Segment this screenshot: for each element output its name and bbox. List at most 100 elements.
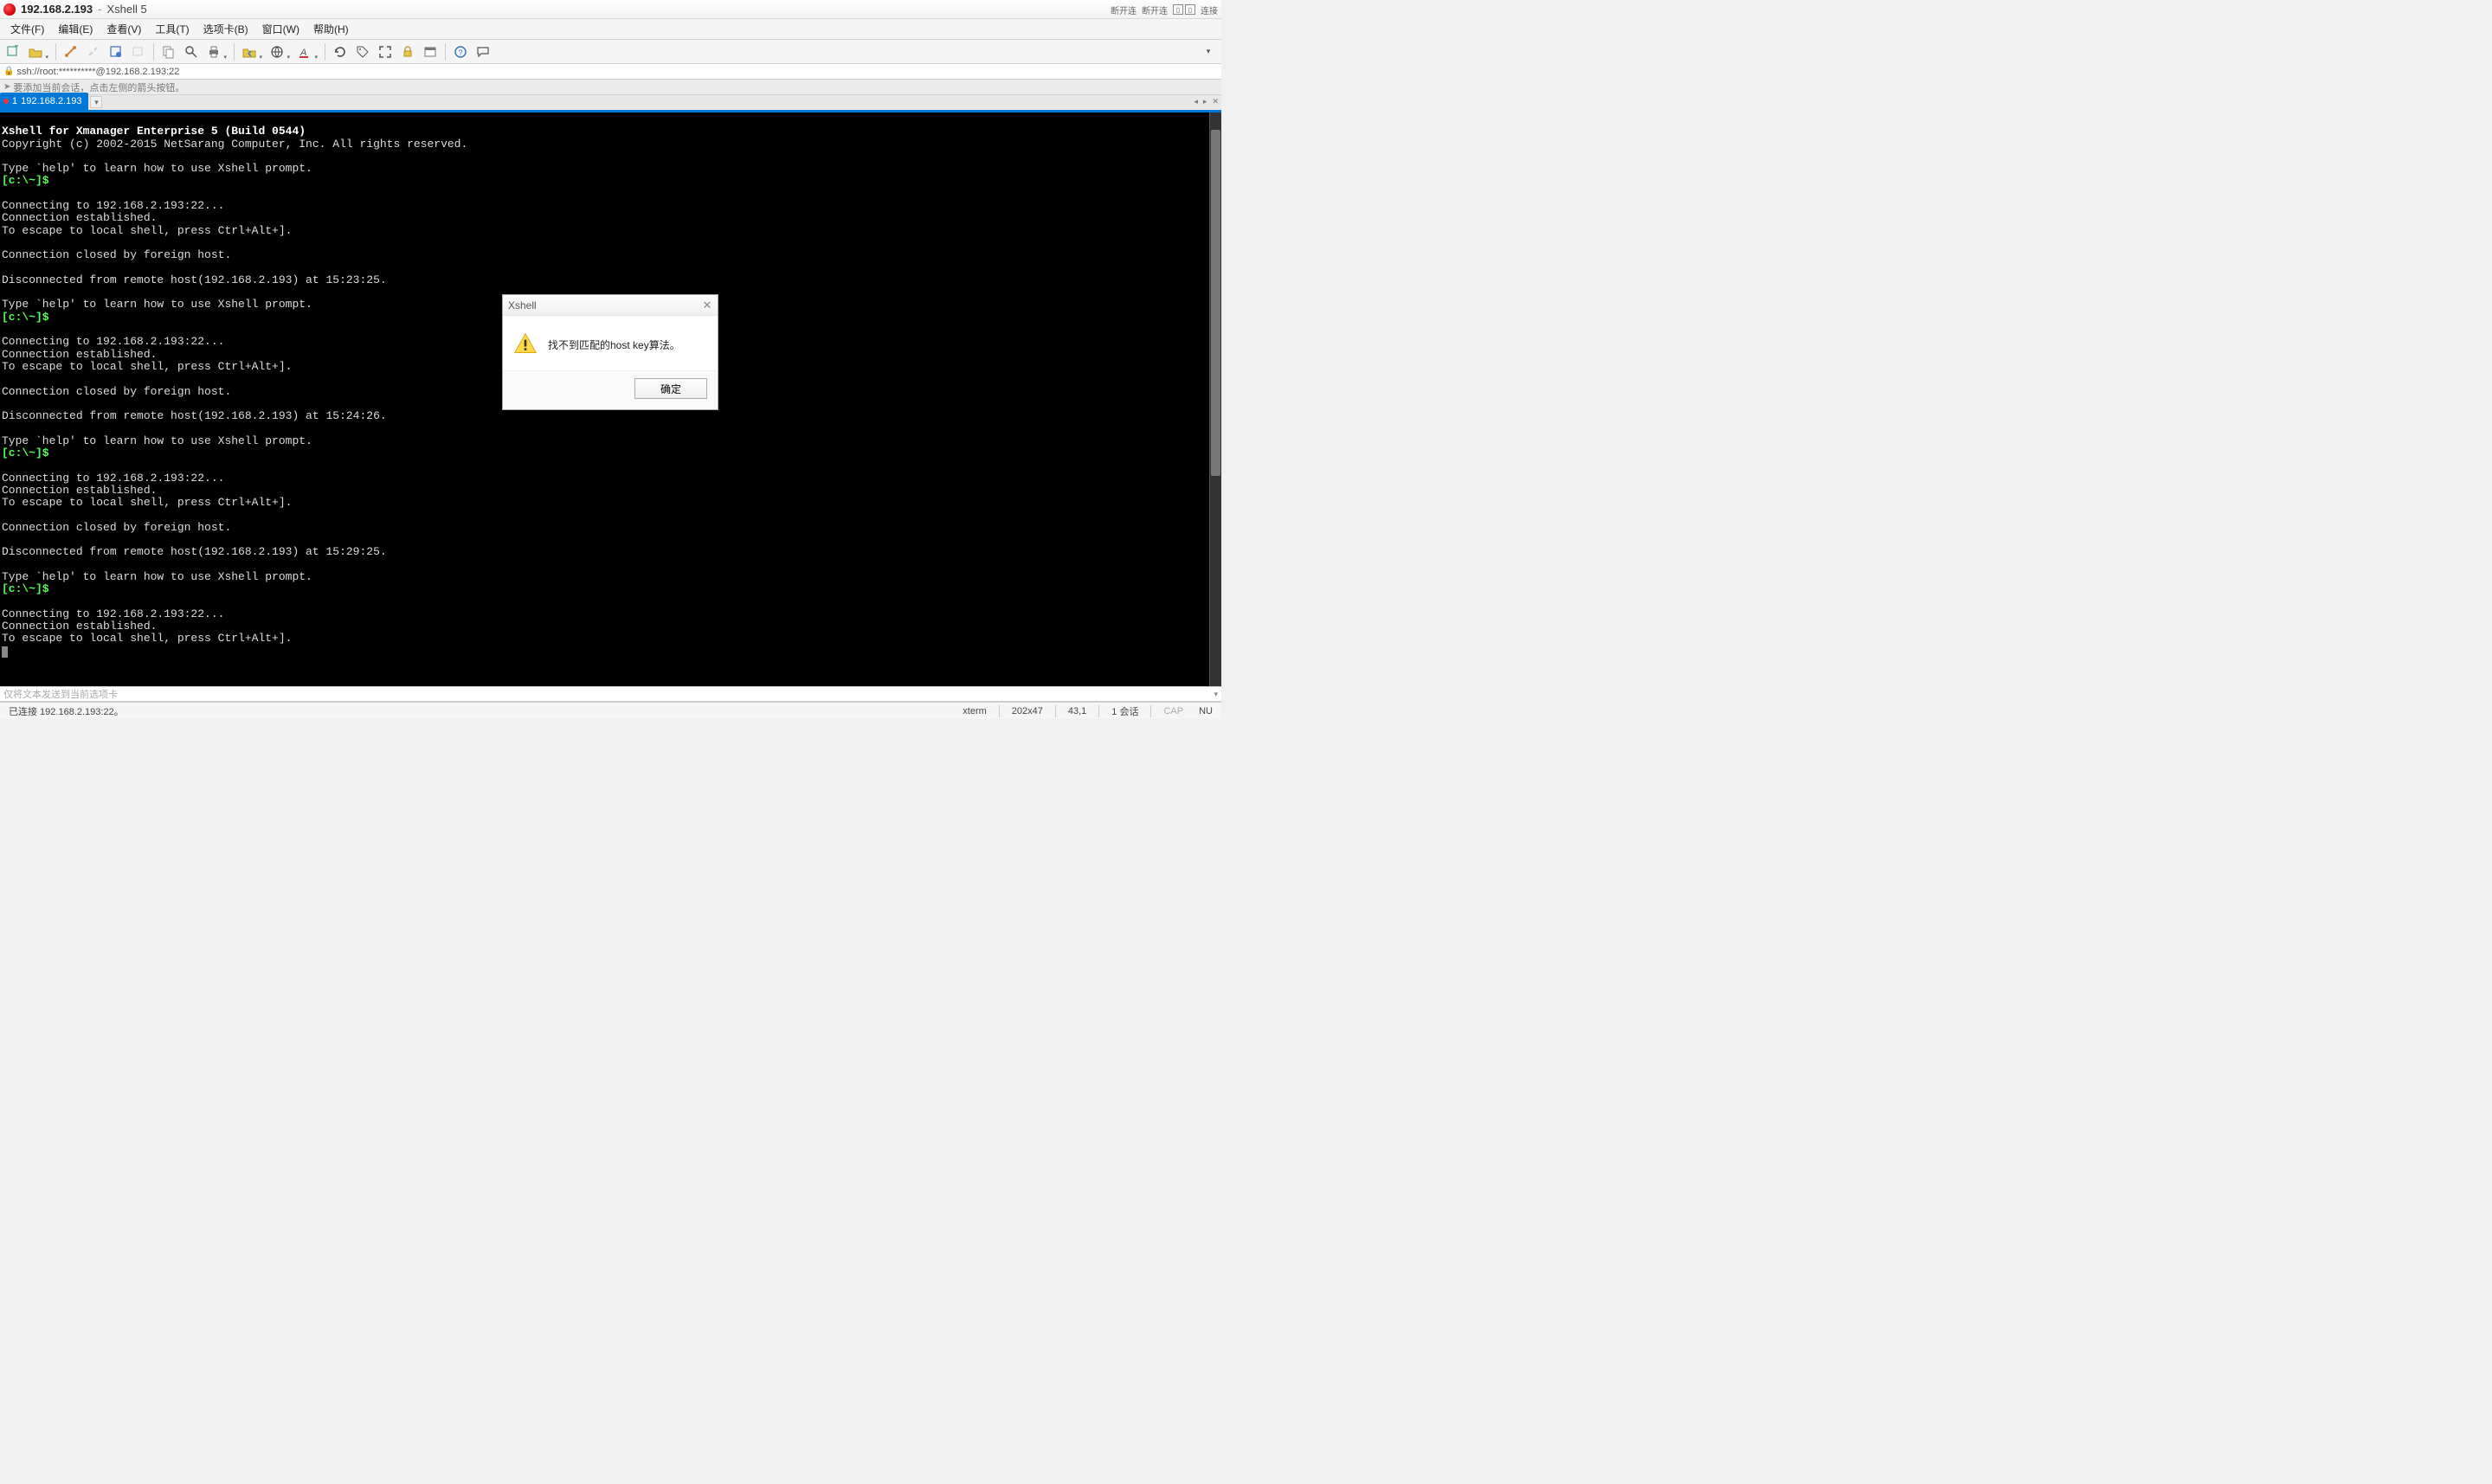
term-line: Connection closed by foreign host. — [2, 521, 231, 534]
dialog-titlebar[interactable]: Xshell ✕ — [503, 295, 718, 316]
copy-icon[interactable] — [159, 42, 178, 61]
menu-file[interactable]: 文件(F) — [3, 18, 51, 40]
status-position: 43,1 — [1065, 706, 1090, 716]
calendar-icon[interactable] — [421, 42, 440, 61]
refresh-icon[interactable] — [331, 42, 350, 61]
menu-tools[interactable]: 工具(T) — [148, 18, 196, 40]
close-icon[interactable]: ✕ — [700, 299, 714, 312]
print-icon[interactable] — [204, 42, 223, 61]
highlight-icon[interactable]: A — [295, 42, 314, 61]
status-sep — [1055, 705, 1056, 717]
scrollbar-thumb[interactable] — [1211, 130, 1220, 476]
tab-prev-icon[interactable]: ◂ — [1194, 97, 1198, 106]
dialog-body: 找不到匹配的host key算法。 — [503, 316, 718, 370]
status-sep — [1150, 705, 1151, 717]
term-line: Type `help' to learn how to use Xshell p… — [2, 434, 312, 447]
tabs-right-controls: ◂ ▸ ✕ — [1194, 97, 1219, 106]
term-prompt: [c:\~]$ — [2, 174, 49, 187]
status-connection: 已连接 192.168.2.193:22。 — [5, 704, 127, 718]
globe-icon[interactable] — [267, 42, 287, 61]
open-folder-icon[interactable] — [26, 42, 45, 61]
send-dropdown-icon[interactable]: ▾ — [1214, 690, 1218, 699]
session-tab[interactable]: 1 192.168.2.193 — [0, 93, 88, 110]
term-line: Connecting to 192.168.2.193:22... — [2, 472, 224, 485]
session-add-icon[interactable]: ➤ — [3, 82, 10, 92]
tab-index: 1 — [12, 96, 17, 106]
title-dash: - — [98, 3, 101, 16]
tag-icon[interactable] — [353, 42, 372, 61]
term-line: To escape to local shell, press Ctrl+Alt… — [2, 224, 292, 237]
lock-small-icon: 🔒 — [3, 67, 14, 76]
address-text: ssh://root:**********@192.168.2.193:22 — [16, 67, 179, 77]
connect-icon[interactable] — [61, 42, 80, 61]
term-prompt: [c:\~]$ — [2, 446, 49, 459]
term-line: Connecting to 192.168.2.193:22... — [2, 335, 224, 348]
status-caps: CAP — [1160, 706, 1187, 716]
disconnect-icon — [84, 42, 103, 61]
warning-icon — [513, 331, 538, 358]
term-line: Disconnected from remote host(192.168.2.… — [2, 545, 387, 558]
status-num: NU — [1195, 706, 1216, 716]
ok-button[interactable]: 确定 — [634, 378, 707, 399]
tab-add-button[interactable]: ▾ — [90, 96, 102, 108]
lock-icon[interactable] — [398, 42, 417, 61]
toolbar-sep-5 — [445, 43, 446, 61]
menu-help[interactable]: 帮助(H) — [306, 18, 356, 40]
term-line: Disconnected from remote host(192.168.2.… — [2, 409, 387, 422]
term-line: Connection established. — [2, 484, 157, 497]
title-right-3: 连接 — [1201, 3, 1218, 16]
properties-icon[interactable] — [106, 42, 126, 61]
menu-tabs[interactable]: 选项卡(B) — [196, 18, 255, 40]
ico-b[interactable]: ▯ — [1185, 4, 1195, 15]
term-line: Disconnected from remote host(192.168.2.… — [2, 273, 387, 286]
help-icon[interactable]: ? — [451, 42, 470, 61]
address-bar[interactable]: 🔒 ssh://root:**********@192.168.2.193:22 — [0, 64, 1221, 80]
tab-next-icon[interactable]: ▸ — [1203, 97, 1207, 106]
title-app: Xshell 5 — [106, 3, 146, 16]
term-line: Connection closed by foreign host. — [2, 385, 231, 398]
dialog-title: Xshell — [508, 299, 537, 312]
title-icons: ▯ ▯ — [1173, 4, 1195, 15]
tab-label: 192.168.2.193 — [21, 96, 81, 106]
term-line: Connection established. — [2, 348, 157, 361]
status-bar: 已连接 192.168.2.193:22。 xterm 202x47 43,1 … — [0, 702, 1221, 719]
terminal-scrollbar[interactable] — [1209, 112, 1221, 686]
term-line: Connection established. — [2, 620, 157, 633]
term-line: Type `help' to learn how to use Xshell p… — [2, 298, 312, 311]
status-term-type: xterm — [959, 706, 990, 716]
ico-a[interactable]: ▯ — [1173, 4, 1183, 15]
toolbar-sep-1 — [55, 43, 56, 61]
tab-bar: 1 192.168.2.193 ▾ ◂ ▸ ✕ — [0, 95, 1221, 112]
toolbar: A ? ▾ — [0, 40, 1221, 64]
status-dimensions: 202x47 — [1008, 706, 1046, 716]
term-line: Copyright (c) 2002-2015 NetSarang Comput… — [2, 138, 467, 151]
title-host: 192.168.2.193 — [21, 3, 93, 16]
app-icon — [3, 3, 16, 16]
disabled-icon-1 — [129, 42, 148, 61]
term-line: Type `help' to learn how to use Xshell p… — [2, 162, 312, 175]
dialog-actions: 确定 — [503, 370, 718, 409]
error-dialog: Xshell ✕ 找不到匹配的host key算法。 确定 — [502, 294, 718, 410]
svg-text:?: ? — [459, 48, 463, 57]
feedback-icon[interactable] — [473, 42, 493, 61]
toolbar-sep-2 — [153, 43, 154, 61]
status-sessions: 1 会话 — [1108, 704, 1142, 718]
term-line: Type `help' to learn how to use Xshell p… — [2, 570, 312, 583]
tab-close-icon[interactable]: ✕ — [1212, 97, 1219, 106]
send-input-bar[interactable]: 仅将文本发送到当前选项卡 ▾ — [0, 686, 1221, 702]
new-session-icon[interactable] — [3, 42, 23, 61]
session-hint-bar: ➤ 要添加当前会话，点击左侧的箭头按钮。 — [0, 80, 1221, 95]
toolbar-overflow-icon[interactable]: ▾ — [1199, 42, 1218, 61]
menu-window[interactable]: 窗口(W) — [255, 18, 306, 40]
search-icon[interactable] — [182, 42, 201, 61]
term-line: Connecting to 192.168.2.193:22... — [2, 199, 224, 212]
term-prompt: [c:\~]$ — [2, 582, 49, 595]
ftp-icon[interactable] — [240, 42, 259, 61]
fullscreen-icon[interactable] — [376, 42, 395, 61]
status-sep — [1098, 705, 1099, 717]
send-placeholder: 仅将文本发送到当前选项卡 — [3, 687, 118, 701]
menu-view[interactable]: 查看(V) — [100, 18, 148, 40]
title-right-2: 断开连 — [1142, 3, 1168, 16]
menu-edit[interactable]: 编辑(E) — [51, 18, 100, 40]
tab-status-icon — [3, 99, 9, 104]
